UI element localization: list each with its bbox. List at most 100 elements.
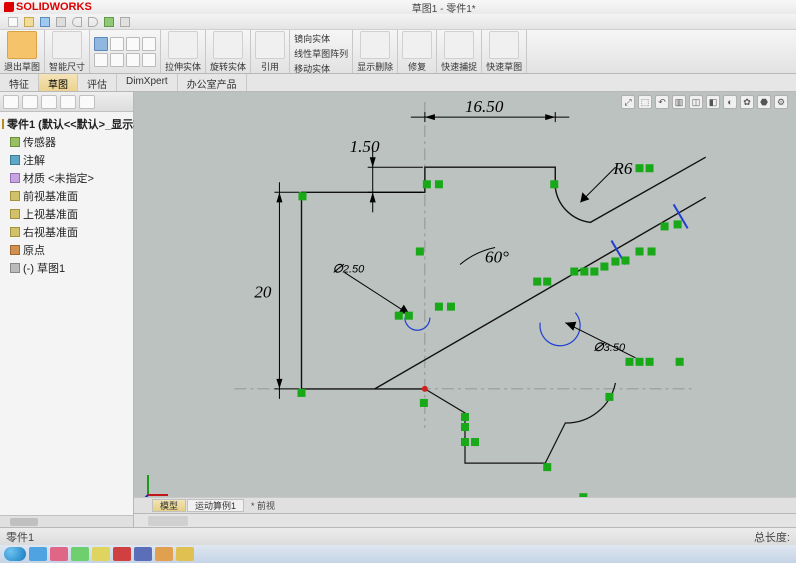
tab-features[interactable]: 特征 [0, 74, 39, 91]
polygon-tool-icon[interactable] [94, 53, 108, 67]
fillet-tool-icon[interactable] [142, 53, 156, 67]
tree-origin[interactable]: 原点 [2, 241, 131, 259]
open-icon[interactable] [24, 17, 34, 27]
reference-icon[interactable] [255, 31, 285, 59]
start-button[interactable] [4, 547, 26, 561]
tree-top-plane[interactable]: 上视基准面 [2, 205, 131, 223]
arc-tool-icon[interactable] [142, 37, 156, 51]
patterns-group[interactable]: 镜向实体 线性草图阵列 移动实体 [290, 30, 353, 73]
display-delete-label: 显示删除 [357, 60, 393, 73]
rapid-sketch-icon[interactable] [489, 31, 519, 59]
tree-material[interactable]: 材质 <未指定> [2, 169, 131, 187]
heads-up-view-toolbar: ⤢ ⬚ ↶ ▥ ◫ ◧ ◐ ✿ ⬣ ⚙ [621, 95, 788, 109]
graphics-area[interactable]: ⤢ ⬚ ↶ ▥ ◫ ◧ ◐ ✿ ⬣ ⚙ [134, 92, 796, 527]
repair-group[interactable]: 修复 [398, 30, 437, 73]
taskbar-app-1[interactable] [29, 547, 47, 561]
hide-show-icon[interactable]: ◐ [723, 95, 737, 109]
tree-annotations[interactable]: 注解 [2, 151, 131, 169]
tab-motion-study[interactable]: 运动算例1 [187, 499, 244, 512]
tab-sketch[interactable]: 草图 [39, 74, 78, 91]
dimxpert-tab-icon[interactable] [60, 95, 76, 109]
exit-sketch-icon[interactable] [7, 31, 37, 59]
sensor-icon [10, 137, 20, 147]
panel-tab-strip [0, 92, 133, 112]
edit-scene-icon[interactable]: ✿ [740, 95, 754, 109]
tree-sketch1[interactable]: (-) 草图1 [2, 259, 131, 277]
quick-snaps-label: 快速捕捉 [441, 60, 477, 73]
rect-tool-icon[interactable] [110, 37, 124, 51]
extrude-icon[interactable] [168, 31, 198, 59]
circle-tool-icon[interactable] [126, 37, 140, 51]
tab-evaluate[interactable]: 评估 [78, 74, 117, 91]
fm-tree-tab-icon[interactable] [3, 95, 19, 109]
tree-front-plane[interactable]: 前视基准面 [2, 187, 131, 205]
snaps-group[interactable]: 快速捕捉 [437, 30, 482, 73]
repair-icon[interactable] [402, 31, 432, 59]
tree-right-plane[interactable]: 右视基准面 [2, 223, 131, 241]
title-bar: SOLIDWORKS 草图1 - 零件1* [0, 0, 796, 14]
dim-r6: R6 [612, 159, 632, 178]
rebuild-icon[interactable] [104, 17, 114, 27]
display-group[interactable]: 显示删除 [353, 30, 398, 73]
rapid-group[interactable]: 快速草图 [482, 30, 527, 73]
tab-office[interactable]: 办公室产品 [178, 74, 247, 91]
view-settings-icon[interactable]: ⚙ [774, 95, 788, 109]
undo-icon[interactable] [72, 17, 82, 27]
revolve-group[interactable]: 旋转实体 [206, 30, 251, 73]
display-delete-icon[interactable] [360, 31, 390, 59]
save-icon[interactable] [40, 17, 50, 27]
ellipse-tool-icon[interactable] [126, 53, 140, 67]
move-label[interactable]: 移动实体 [294, 61, 330, 76]
tab-dimxpert[interactable]: DimXpert [117, 74, 178, 91]
taskbar-app-4[interactable] [92, 547, 110, 561]
taskbar-app-2[interactable] [50, 547, 68, 561]
tree-root[interactable]: 零件1 (默认<<默认>_显示状态 [2, 115, 131, 133]
taskbar-app-7[interactable] [155, 547, 173, 561]
extrude-group[interactable]: 拉伸实体 [161, 30, 206, 73]
exit-sketch-group[interactable]: 退出草图 [0, 30, 45, 73]
repair-label: 修复 [408, 60, 426, 73]
status-bar: 零件1 总长度: [0, 527, 796, 545]
command-manager-tabs: 特征 草图 评估 DimXpert 办公室产品 [0, 74, 796, 92]
document-title: 草图1 - 零件1* [412, 0, 476, 15]
apply-scene-icon[interactable]: ⬣ [757, 95, 771, 109]
mirror-label[interactable]: 镜向实体 [294, 31, 330, 46]
panel-scrollbar[interactable] [0, 515, 133, 527]
new-icon[interactable] [8, 17, 18, 27]
app-logo: SOLIDWORKS [4, 1, 92, 13]
sketch-entities-grid[interactable] [94, 37, 156, 67]
reference-group[interactable]: 引用 [251, 30, 290, 73]
redo-icon[interactable] [88, 17, 98, 27]
taskbar-app-3[interactable] [71, 547, 89, 561]
options-icon[interactable] [120, 17, 130, 27]
linear-pattern-label[interactable]: 线性草图阵列 [294, 46, 348, 61]
tree-sensors[interactable]: 传感器 [2, 133, 131, 151]
prev-view-icon[interactable]: ↶ [655, 95, 669, 109]
quick-snaps-icon[interactable] [444, 31, 474, 59]
exit-sketch-label: 退出草图 [4, 60, 40, 73]
display-tab-icon[interactable] [79, 95, 95, 109]
view-orient-icon[interactable]: ◫ [689, 95, 703, 109]
tab-model[interactable]: 模型 [152, 499, 186, 512]
line-tool-icon[interactable] [94, 37, 108, 51]
reference-label: 引用 [261, 60, 279, 73]
smart-dimension-icon[interactable] [52, 31, 82, 59]
zoom-fit-icon[interactable]: ⤢ [621, 95, 635, 109]
taskbar-app-5[interactable] [113, 547, 131, 561]
section-view-icon[interactable]: ▥ [672, 95, 686, 109]
config-tab-icon[interactable] [41, 95, 57, 109]
print-icon[interactable] [56, 17, 66, 27]
status-right: 总长度: [754, 529, 790, 545]
dim-dia-3-50: ⌀3.50 [593, 336, 626, 355]
display-style-icon[interactable]: ◧ [706, 95, 720, 109]
taskbar-app-8[interactable] [176, 547, 194, 561]
sketch-tools-group[interactable] [90, 30, 161, 73]
smart-dimension-group[interactable]: 智能尺寸 [45, 30, 90, 73]
property-tab-icon[interactable] [22, 95, 38, 109]
view-label: * 前视 [251, 499, 275, 512]
spline-tool-icon[interactable] [110, 53, 124, 67]
zoom-area-icon[interactable]: ⬚ [638, 95, 652, 109]
canvas-scrollbar[interactable] [134, 513, 796, 527]
taskbar-app-6[interactable] [134, 547, 152, 561]
revolve-icon[interactable] [213, 31, 243, 59]
